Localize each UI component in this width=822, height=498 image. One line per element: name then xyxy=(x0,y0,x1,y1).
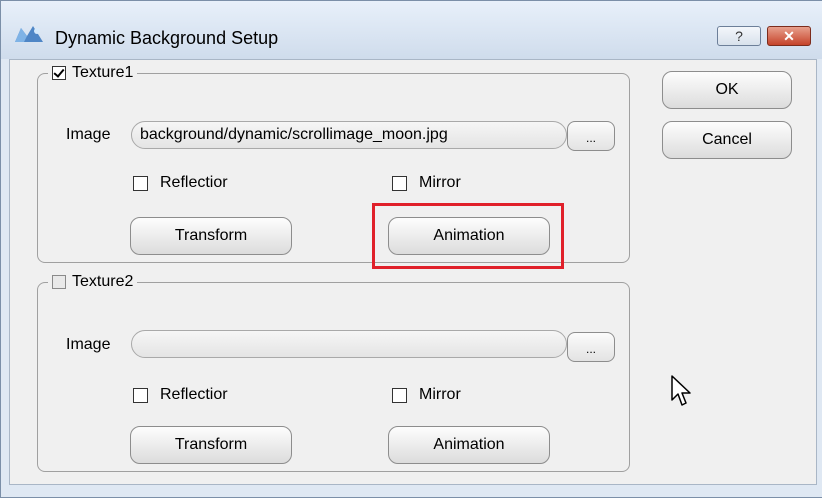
texture1-mirror-option[interactable]: Mirror xyxy=(392,174,461,192)
texture1-legend: Texture1 xyxy=(48,64,138,82)
texture1-checkbox[interactable] xyxy=(52,66,66,80)
texture1-reflection-option[interactable]: Reflectior xyxy=(133,174,228,192)
texture2-browse-button[interactable]: ... xyxy=(567,332,615,362)
texture2-mirror-checkbox[interactable] xyxy=(392,387,407,403)
help-button[interactable]: ? xyxy=(717,26,761,46)
texture1-reflection-label: Reflectior xyxy=(160,174,228,191)
app-icon xyxy=(15,26,43,42)
texture1-mirror-label: Mirror xyxy=(419,174,461,191)
mouse-cursor-icon xyxy=(671,375,691,406)
texture1-mirror-checkbox[interactable] xyxy=(392,175,407,191)
ok-button[interactable]: OK xyxy=(662,71,792,109)
close-button[interactable]: ✕ xyxy=(767,26,811,46)
texture1-transform-button[interactable]: Transform xyxy=(130,217,292,255)
texture2-transform-button[interactable]: Transform xyxy=(130,426,292,464)
texture2-image-label: Image xyxy=(66,336,111,353)
texture2-mirror-label: Mirror xyxy=(419,386,461,403)
texture1-label: Texture1 xyxy=(72,64,134,81)
texture2-image-path[interactable] xyxy=(131,330,567,358)
texture2-animation-button[interactable]: Animation xyxy=(388,426,550,464)
texture1-image-path[interactable]: background/dynamic/scrollimage_moon.jpg xyxy=(131,121,567,149)
title-bar: Dynamic Background Setup ? ✕ xyxy=(1,1,822,59)
cancel-button[interactable]: Cancel xyxy=(662,121,792,159)
texture2-legend: Texture2 xyxy=(48,273,138,291)
texture2-reflection-label: Reflectior xyxy=(160,386,228,403)
texture2-checkbox[interactable] xyxy=(52,275,66,289)
texture1-image-label: Image xyxy=(66,126,111,143)
texture2-mirror-option[interactable]: Mirror xyxy=(392,386,461,404)
animation-highlight-box xyxy=(372,203,564,269)
texture2-reflection-checkbox[interactable] xyxy=(133,387,148,403)
texture2-reflection-option[interactable]: Reflectior xyxy=(133,386,228,404)
texture1-browse-button[interactable]: ... xyxy=(567,121,615,151)
window-title: Dynamic Background Setup xyxy=(55,28,279,48)
texture2-label: Texture2 xyxy=(72,273,134,290)
texture1-reflection-checkbox[interactable] xyxy=(133,175,148,191)
